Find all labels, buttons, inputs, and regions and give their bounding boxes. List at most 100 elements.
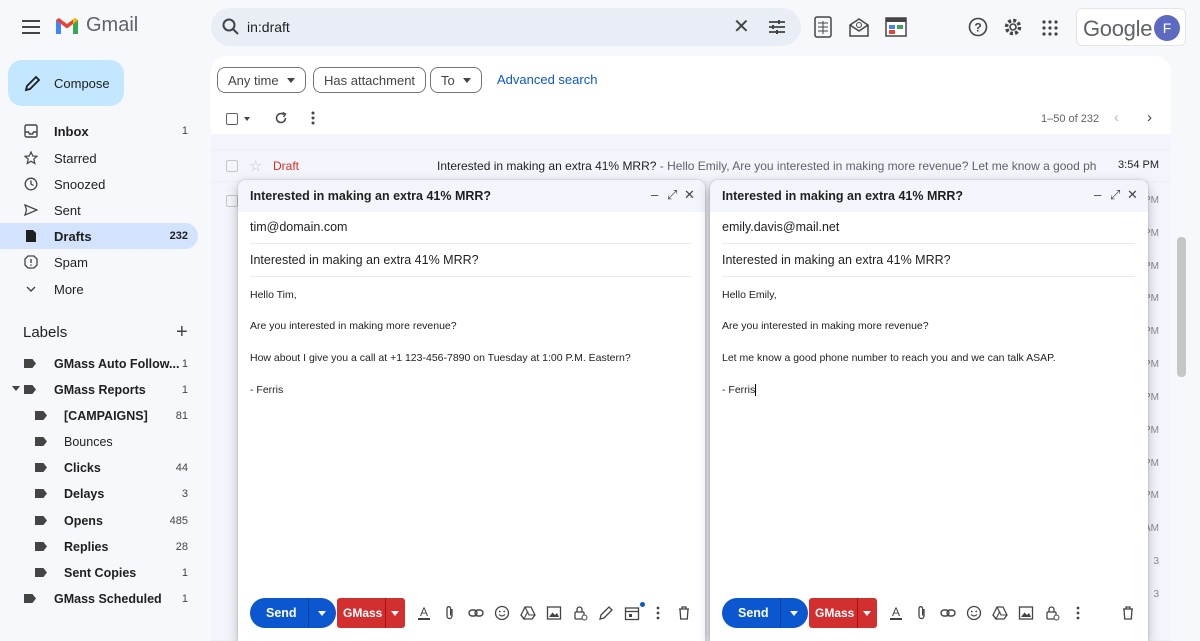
scrollbar-thumb[interactable] bbox=[1177, 237, 1186, 377]
table-row[interactable] bbox=[211, 134, 1171, 150]
confidential-lock-icon[interactable] bbox=[572, 605, 588, 621]
label-item[interactable]: Bounces bbox=[0, 429, 198, 455]
next-page-icon[interactable]: › bbox=[1147, 109, 1152, 126]
delete-trash-icon[interactable] bbox=[1120, 605, 1136, 621]
label-item[interactable]: Opens 485 bbox=[0, 508, 198, 534]
signature-pen-icon[interactable] bbox=[598, 605, 614, 621]
gmass-options-icon[interactable] bbox=[391, 611, 399, 616]
search-icon[interactable] bbox=[221, 17, 241, 37]
select-all-checkbox[interactable] bbox=[226, 113, 238, 125]
schedule-calendar-icon[interactable] bbox=[624, 605, 640, 621]
label-item[interactable]: Sent Copies 1 bbox=[0, 560, 198, 586]
more-options-icon[interactable] bbox=[650, 605, 666, 621]
more-options-icon[interactable] bbox=[1070, 605, 1086, 621]
refresh-icon[interactable] bbox=[274, 111, 288, 125]
main-menu-button[interactable] bbox=[20, 16, 42, 38]
nav-drafts[interactable]: Drafts 232 bbox=[0, 223, 198, 249]
mail-extension-icon[interactable] bbox=[848, 16, 870, 38]
expand-icon[interactable]: ⤢ bbox=[1110, 187, 1120, 203]
drive-icon[interactable] bbox=[520, 605, 536, 621]
minimize-icon[interactable]: – bbox=[1094, 187, 1101, 202]
search-input[interactable] bbox=[247, 16, 707, 38]
gmass-button[interactable]: GMass bbox=[337, 598, 405, 628]
star-toggle-icon[interactable]: ☆ bbox=[249, 157, 262, 175]
nav-starred[interactable]: Starred bbox=[0, 145, 198, 171]
send-options-icon[interactable] bbox=[790, 611, 798, 616]
help-icon[interactable]: ? bbox=[968, 17, 988, 37]
to-field[interactable]: emily.davis@mail.net bbox=[722, 212, 1135, 244]
subject-field[interactable]: Interested in making an extra 41% MRR? bbox=[250, 245, 691, 277]
subject-field[interactable]: Interested in making an extra 41% MRR? bbox=[722, 245, 1135, 277]
attach-icon[interactable] bbox=[442, 605, 458, 621]
calendar-extension-icon[interactable] bbox=[885, 17, 907, 37]
expand-icon[interactable]: ⤢ bbox=[667, 187, 677, 203]
inbox-icon bbox=[24, 124, 38, 138]
select-dropdown-icon[interactable] bbox=[244, 117, 250, 121]
link-icon[interactable] bbox=[468, 605, 484, 621]
label-item[interactable]: Delays 3 bbox=[0, 481, 198, 507]
table-row[interactable]: ☆ Draft Interested in making an extra 41… bbox=[211, 150, 1171, 182]
label-tag-icon bbox=[24, 594, 36, 603]
account-switcher[interactable]: Google F bbox=[1076, 8, 1186, 46]
settings-gear-icon[interactable] bbox=[1003, 17, 1023, 37]
pagination-text: 1–50 of 232 bbox=[1041, 113, 1100, 125]
label-item[interactable]: Clicks 44 bbox=[0, 455, 198, 481]
to-filter[interactable]: To bbox=[430, 67, 482, 93]
nav-sent[interactable]: Sent bbox=[0, 197, 198, 223]
nav-snoozed[interactable]: Snoozed bbox=[0, 171, 198, 197]
close-icon[interactable]: ✕ bbox=[684, 187, 695, 203]
apps-grid-icon[interactable] bbox=[1042, 20, 1058, 36]
label-item[interactable]: GMass Reports 1 bbox=[0, 377, 198, 403]
add-label-icon[interactable]: + bbox=[176, 322, 188, 342]
emoji-icon[interactable] bbox=[966, 605, 982, 621]
label-item[interactable]: GMass Scheduled 1 bbox=[0, 586, 198, 612]
label-item[interactable]: Replies 28 bbox=[0, 534, 198, 560]
search-bar[interactable]: ✕ bbox=[211, 8, 801, 46]
advanced-search-link[interactable]: Advanced search bbox=[497, 72, 597, 87]
nav-label: Spam bbox=[54, 255, 88, 270]
drive-icon[interactable] bbox=[992, 605, 1008, 621]
confidential-lock-icon[interactable] bbox=[1044, 605, 1060, 621]
row-checkbox[interactable] bbox=[226, 160, 238, 172]
gmass-options-icon[interactable] bbox=[863, 611, 871, 616]
text-format-icon[interactable]: A bbox=[888, 605, 904, 621]
more-vert-icon[interactable] bbox=[311, 111, 315, 125]
compose-button[interactable]: Compose bbox=[8, 60, 124, 106]
to-field[interactable]: tim@domain.com bbox=[250, 212, 691, 244]
label-item[interactable]: GMass Auto Follow... 1 bbox=[0, 351, 198, 377]
minimize-icon[interactable]: – bbox=[651, 187, 658, 202]
compose-header[interactable]: Interested in making an extra 41% MRR? –… bbox=[710, 180, 1148, 212]
expand-caret-icon[interactable] bbox=[12, 386, 20, 391]
compose-header[interactable]: Interested in making an extra 41% MRR? –… bbox=[238, 180, 705, 212]
gmail-logo[interactable]: Gmail bbox=[54, 14, 138, 37]
label-count: 81 bbox=[175, 410, 188, 422]
gmass-button[interactable]: GMass bbox=[809, 598, 877, 628]
body-line-with-cursor: - Ferris bbox=[722, 384, 757, 397]
link-icon[interactable] bbox=[940, 605, 956, 621]
row-snippet: Interested in making an extra 41% MRR? -… bbox=[437, 159, 1097, 173]
send-button[interactable]: Send bbox=[250, 598, 336, 628]
has-attachment-filter[interactable]: Has attachment bbox=[313, 67, 427, 93]
any-time-filter[interactable]: Any time bbox=[217, 67, 306, 93]
prev-page-icon[interactable]: ‹ bbox=[1114, 109, 1119, 126]
sheet-extension-icon[interactable] bbox=[814, 16, 832, 38]
row-checkbox[interactable] bbox=[226, 195, 238, 207]
label-item[interactable]: [CAMPAIGNS] 81 bbox=[0, 403, 198, 429]
attach-icon[interactable] bbox=[914, 605, 930, 621]
send-options-icon[interactable] bbox=[318, 611, 326, 616]
close-icon[interactable]: ✕ bbox=[1127, 187, 1138, 203]
top-bar: Gmail ✕ ? Google F bbox=[0, 0, 1200, 56]
search-options-icon[interactable] bbox=[768, 18, 786, 36]
photo-icon[interactable] bbox=[1018, 605, 1034, 621]
text-format-icon[interactable]: A bbox=[416, 605, 432, 621]
clock-icon bbox=[24, 177, 38, 191]
nav-inbox[interactable]: Inbox 1 bbox=[0, 118, 198, 144]
photo-icon[interactable] bbox=[546, 605, 562, 621]
send-button[interactable]: Send bbox=[722, 598, 808, 628]
clear-search-icon[interactable]: ✕ bbox=[733, 17, 750, 37]
nav-spam[interactable]: Spam bbox=[0, 249, 198, 275]
delete-trash-icon[interactable] bbox=[676, 605, 692, 621]
emoji-icon[interactable] bbox=[494, 605, 510, 621]
nav-more[interactable]: More bbox=[0, 276, 198, 302]
avatar[interactable]: F bbox=[1154, 15, 1180, 41]
